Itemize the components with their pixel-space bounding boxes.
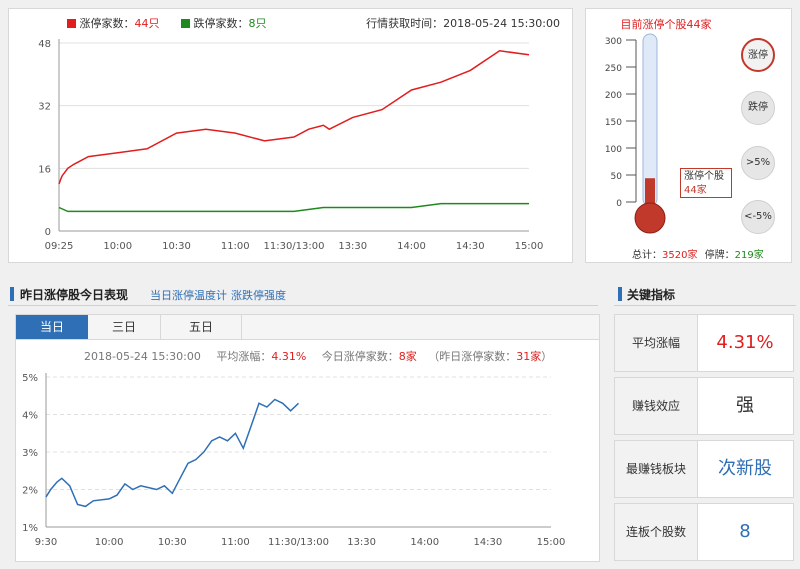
metric-value: 8 xyxy=(739,521,751,542)
today-label: 今日涨停家数： xyxy=(321,350,399,363)
series-line xyxy=(58,50,530,185)
tab-three-day[interactable]: 三日 xyxy=(88,315,161,339)
thermo-tick-label: 200 xyxy=(605,91,622,101)
avg-value: 4.31% xyxy=(271,350,307,363)
link-temperature[interactable]: 当日涨停温度计 xyxy=(150,287,227,303)
thermo-tick-label: 250 xyxy=(605,64,622,74)
tab-five-day[interactable]: 五日 xyxy=(161,315,242,339)
section-title-bar xyxy=(10,287,14,301)
x-tick-label: 11:00 xyxy=(221,241,250,252)
metric-value: 次新股 xyxy=(718,458,772,479)
metrics-title-bar xyxy=(618,287,622,301)
thermo-tick-label: 300 xyxy=(605,37,622,47)
legend-up: 涨停家数：44只 xyxy=(67,15,160,31)
metric-label: 赚钱效应 xyxy=(615,378,698,434)
thermometer: 300 250 200 150 100 50 0 xyxy=(605,33,666,234)
legend-up-value: 44只 xyxy=(134,17,160,30)
x-tick-label: 09:25 xyxy=(45,241,74,252)
x-tick-label: 10:00 xyxy=(95,537,124,548)
today-value: 8家 xyxy=(398,350,417,363)
x-tick-label: 9:30 xyxy=(35,537,57,548)
tooltip-line2: 44家 xyxy=(684,185,707,196)
metric-avg-gain: 平均涨幅 4.31% xyxy=(614,314,794,372)
yesterday-value: 31家 xyxy=(516,350,542,363)
tab-bar: 当日 三日 五日 xyxy=(16,315,599,340)
y-tick-label: 1% xyxy=(22,523,38,534)
y-tick-label: 4% xyxy=(22,411,38,422)
x-tick-label: 11:30/13:00 xyxy=(268,537,329,548)
x-tick-label: 10:00 xyxy=(103,241,132,252)
metrics-title: 关键指标 xyxy=(627,288,676,302)
x-tick-label: 15:00 xyxy=(537,537,566,548)
x-tick-label: 10:30 xyxy=(162,241,191,252)
link-strength[interactable]: 涨跌停强度 xyxy=(231,287,286,303)
section-divider xyxy=(8,305,598,306)
y-tick-label: 16 xyxy=(38,164,51,175)
top-line-chart: 0 16 32 48 09:25 10:00 10:30 11:00 11:30/13:00 13… xyxy=(38,39,544,252)
tooltip-line1: 涨停个股 xyxy=(684,171,724,182)
halt-label: 停牌： xyxy=(704,250,735,261)
thermo-tick-label: 100 xyxy=(605,145,622,155)
metric-label: 连板个股数 xyxy=(615,504,698,560)
info-time: 2018-05-24 15:30:00 xyxy=(84,350,201,363)
x-tick-label: 14:00 xyxy=(410,537,439,548)
legend-down-label: 跌停家数： xyxy=(193,17,249,30)
info-line: 2018-05-24 15:30:00 平均涨幅：4.31% 今日涨停家数：8家… xyxy=(84,348,552,364)
x-tick-label: 15:00 xyxy=(515,241,544,252)
halt-value: 219家 xyxy=(734,250,764,261)
legend-down-swatch xyxy=(181,19,190,28)
y-tick-label: 32 xyxy=(38,102,51,113)
metric-value: 4.31% xyxy=(716,332,774,353)
avg-label: 平均涨幅： xyxy=(216,350,272,363)
x-tick-label: 13:30 xyxy=(347,537,376,548)
total-label: 总计： xyxy=(632,250,662,261)
y-tick-label: 48 xyxy=(38,39,51,50)
legend-down: 跌停家数：8只 xyxy=(181,15,267,31)
yesterday-close: ） xyxy=(541,350,553,363)
legend-down-value: 8只 xyxy=(248,17,267,30)
thermo-tick-label: 50 xyxy=(611,172,623,182)
y-tick-label: 5% xyxy=(22,373,38,384)
x-tick-label: 13:30 xyxy=(338,241,367,252)
x-tick-label: 14:00 xyxy=(397,241,426,252)
section-title: 昨日涨停股今日表现 xyxy=(20,288,129,302)
thermo-bulb xyxy=(634,202,666,234)
limit-up-button[interactable]: 涨停 xyxy=(741,38,775,72)
thermometer-footer: 总计：3520家 停牌：219家 xyxy=(632,246,764,261)
series-line xyxy=(45,398,300,508)
metric-profit-effect: 赚钱效应 强 xyxy=(614,377,794,435)
legend-up-swatch xyxy=(67,19,76,28)
metrics-divider xyxy=(614,305,796,306)
y-tick-label: 3% xyxy=(22,448,38,459)
x-tick-label: 10:30 xyxy=(158,537,187,548)
metric-best-sector: 最赚钱板块 次新股 xyxy=(614,440,794,498)
x-tick-label: 14:30 xyxy=(456,241,485,252)
fetch-time: 行情获取时间：2018-05-24 15:30:00 xyxy=(366,17,560,30)
x-tick-label: 11:00 xyxy=(221,537,250,548)
metrics-list: 平均涨幅 4.31% 赚钱效应 强 最赚钱板块 次新股 连板个股数 8 xyxy=(614,314,794,564)
top-chart-panel: 涨停家数：44只 跌停家数：8只 行情获取时间：2018-05-24 15:30… xyxy=(8,8,573,263)
metric-label: 最赚钱板块 xyxy=(615,441,698,497)
x-tick-label: 11:30/13:00 xyxy=(263,241,324,252)
under-minus-5pct-button[interactable]: <-5% xyxy=(741,200,775,234)
y-tick-label: 2% xyxy=(22,486,38,497)
thermo-tick-label: 150 xyxy=(605,118,622,128)
x-tick-label: 14:30 xyxy=(473,537,502,548)
yesterday-label: （昨日涨停家数： xyxy=(428,350,517,363)
metric-label: 平均涨幅 xyxy=(615,315,698,371)
bottom-chart-panel: 当日 三日 五日 2018-05-24 15:30:00 平均涨幅：4.31% … xyxy=(15,314,600,562)
y-tick-label: 0 xyxy=(45,227,51,238)
series-line xyxy=(58,202,529,213)
tab-today[interactable]: 当日 xyxy=(16,315,88,339)
over-5pct-button[interactable]: >5% xyxy=(741,146,775,180)
thermometer-tooltip: 涨停个股 44家 xyxy=(680,168,732,198)
legend-up-label: 涨停家数： xyxy=(79,17,135,30)
metric-value: 强 xyxy=(736,395,754,416)
metric-consecutive-limit: 连板个股数 8 xyxy=(614,503,794,561)
limit-down-button[interactable]: 跌停 xyxy=(741,91,775,125)
thermo-tick-label: 0 xyxy=(616,199,622,209)
total-value: 3520家 xyxy=(662,250,698,261)
bottom-line-chart: 1% 2% 3% 4% 5% 9:30 10:00 10:30 11:00 11:30/13:00… xyxy=(22,373,566,548)
